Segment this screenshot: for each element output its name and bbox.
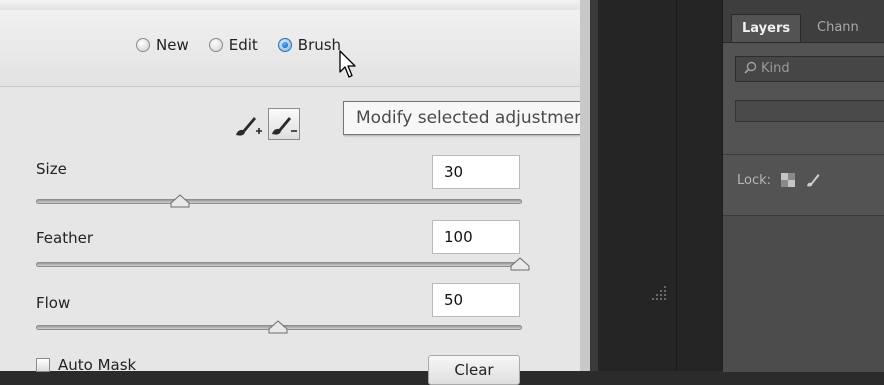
radio-brush[interactable]: Brush bbox=[277, 36, 342, 54]
radio-new-label: New bbox=[156, 36, 189, 54]
lock-label: Lock: bbox=[737, 172, 772, 188]
lock-image-pixels-brush-icon[interactable] bbox=[805, 172, 821, 188]
brush-mode-tools bbox=[232, 108, 300, 140]
flow-slider-thumb[interactable] bbox=[268, 320, 288, 334]
lock-row: Lock: bbox=[737, 172, 821, 188]
mouse-pointer-icon bbox=[339, 50, 356, 78]
flow-field[interactable]: 50 bbox=[432, 283, 520, 317]
brush-add-icon bbox=[236, 117, 262, 136]
radio-brush-circle[interactable] bbox=[277, 38, 292, 52]
brush-subtract-icon bbox=[272, 117, 297, 135]
size-field[interactable]: 30 bbox=[432, 155, 520, 189]
resize-grip-icon[interactable] bbox=[646, 280, 670, 320]
tab-channels[interactable]: Chann bbox=[807, 14, 869, 42]
size-slider-thumb[interactable] bbox=[170, 194, 190, 208]
panel-divider bbox=[723, 154, 884, 155]
layer-kind-filter[interactable]: Kind bbox=[735, 56, 884, 82]
auto-mask-option[interactable]: Auto Mask bbox=[36, 356, 136, 374]
brush-subtract-button[interactable] bbox=[268, 108, 300, 140]
size-slider[interactable] bbox=[36, 199, 522, 204]
radio-edit-circle[interactable] bbox=[208, 38, 223, 52]
layers-list bbox=[723, 215, 884, 372]
kind-filter-label: Kind bbox=[761, 61, 790, 76]
search-icon bbox=[744, 61, 757, 74]
mode-bar: New Edit Brush bbox=[0, 10, 580, 87]
size-label: Size bbox=[36, 160, 67, 178]
adjustment-brush-dialog: New Edit Brush Size 30 Feather 100 Flow … bbox=[0, 0, 581, 385]
tab-layers[interactable]: Layers bbox=[731, 14, 802, 42]
radio-new-circle[interactable] bbox=[136, 38, 150, 52]
feather-slider[interactable] bbox=[36, 262, 522, 267]
feather-label: Feather bbox=[36, 229, 94, 247]
auto-mask-label: Auto Mask bbox=[58, 356, 137, 374]
radio-edit-label: Edit bbox=[228, 36, 258, 54]
dialog-scroll-edge bbox=[580, 0, 590, 371]
clear-button[interactable]: Clear bbox=[428, 355, 520, 385]
layers-tab-bar: Layers Chann bbox=[723, 0, 884, 43]
mode-radio-group: New Edit Brush bbox=[136, 36, 361, 54]
auto-mask-checkbox[interactable] bbox=[36, 358, 50, 372]
layers-panel: Layers Chann Kind Lock: bbox=[722, 0, 884, 372]
radio-brush-label: Brush bbox=[297, 36, 342, 54]
dock-divider bbox=[676, 0, 677, 371]
radio-new[interactable]: New bbox=[136, 36, 189, 54]
blend-mode-row[interactable] bbox=[735, 100, 884, 122]
feather-field[interactable]: 100 bbox=[432, 220, 520, 254]
lock-transparent-pixels-icon[interactable] bbox=[781, 173, 796, 187]
feather-slider-thumb[interactable] bbox=[510, 257, 530, 271]
brush-add-button[interactable] bbox=[232, 108, 264, 140]
radio-edit[interactable]: Edit bbox=[208, 36, 258, 54]
flow-label: Flow bbox=[36, 294, 71, 312]
